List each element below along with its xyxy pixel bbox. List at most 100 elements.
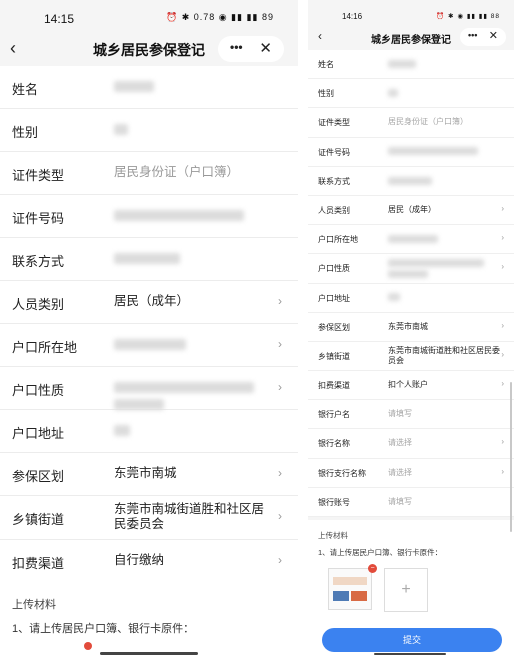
name-value-redacted <box>388 59 500 69</box>
delete-badge-icon[interactable]: − <box>368 564 377 573</box>
form-row-insurance-region[interactable]: 参保区划 东莞市南城 › <box>308 313 514 342</box>
mini-program-capsule: ••• ✕ <box>218 36 284 62</box>
form-row-id-type[interactable]: 证件类型 居民身份证（户口簿） <box>308 108 514 138</box>
field-label: 姓名 <box>318 60 334 69</box>
form-row-id-type[interactable]: 证件类型 居民身份证（户口簿） <box>0 152 298 195</box>
form-row-payment-channel[interactable]: 扣费渠道 自行缴纳 › <box>0 540 298 583</box>
mini-program-capsule: ••• ✕ <box>460 28 506 46</box>
more-dots-icon[interactable]: ••• <box>230 40 243 54</box>
form-row-hukou-nature[interactable]: 户口性质 › <box>0 367 298 410</box>
form-row-hukou-location[interactable]: 户口所在地 › <box>0 324 298 367</box>
form-row-name[interactable]: 姓名 <box>0 66 298 109</box>
chevron-right-icon: › <box>501 437 504 447</box>
upload-title: 上传材料 <box>318 531 348 540</box>
field-label: 扣费渠道 <box>318 381 350 391</box>
hukou-nature-redacted <box>388 258 500 279</box>
insurance-region-value: 东莞市南城 <box>114 466 177 480</box>
form-row-person-category[interactable]: 人员类别 居民（成年） › <box>308 196 514 226</box>
field-label: 户口性质 <box>318 264 350 274</box>
form-row-gender[interactable]: 性别 <box>0 109 298 152</box>
form-row-insurance-region[interactable]: 参保区划 东莞市南城 › <box>0 453 298 496</box>
form-row-id-number[interactable]: 证件号码 <box>0 195 298 238</box>
form-row-hukou-nature[interactable]: 户口性质 › <box>308 254 514 284</box>
uploaded-document-thumbnail[interactable] <box>328 568 372 610</box>
chevron-right-icon: › <box>278 337 282 351</box>
field-label: 联系方式 <box>318 176 350 186</box>
form-row-hukou-address[interactable]: 户口地址 <box>0 410 298 453</box>
form-row-hukou-address[interactable]: 户口地址 <box>308 284 514 313</box>
form-row-bank-name[interactable]: 银行名称 请选择 › <box>308 429 514 459</box>
contact-redacted <box>388 176 500 186</box>
field-label: 户口地址 <box>12 426 65 441</box>
form-row-contact[interactable]: 联系方式 <box>0 238 298 281</box>
form-row-bank-account-name[interactable]: 银行户名 请填写 <box>308 400 514 430</box>
form-row-hukou-location[interactable]: 户口所在地 › <box>308 225 514 255</box>
close-icon[interactable]: ✕ <box>259 39 272 57</box>
field-label: 性别 <box>12 125 39 140</box>
upload-title: 上传材料 <box>12 599 56 611</box>
plus-icon[interactable]: + <box>384 568 428 612</box>
field-label: 联系方式 <box>12 254 65 269</box>
field-label: 证件号码 <box>318 147 350 157</box>
name-value-redacted <box>114 79 274 94</box>
field-label: 扣费渠道 <box>12 556 65 571</box>
field-label: 人员类别 <box>12 297 65 312</box>
form-row-bank-account-number[interactable]: 银行账号 请填写 <box>308 488 514 517</box>
delete-badge-icon[interactable] <box>84 642 92 650</box>
submit-button[interactable]: 提交 <box>322 628 502 652</box>
nav-bar: ‹ 城乡居民参保登记 ••• ✕ <box>0 34 298 64</box>
bank-account-number-input[interactable]: 请填写 <box>388 497 500 507</box>
registration-form: 姓名 性别 证件类型 居民身份证（户口簿） 证件号码 联系方式 人员类别 居民（… <box>308 50 514 517</box>
chevron-right-icon: › <box>278 553 282 567</box>
status-bar: 14:16 ⏰ ✱ ◉ ▮▮ ▮▮ 88 <box>308 0 514 28</box>
form-row-gender[interactable]: 性别 <box>308 79 514 109</box>
field-label: 银行支行名称 <box>318 468 366 478</box>
form-row-bank-branch[interactable]: 银行支行名称 请选择 › <box>308 459 514 488</box>
form-row-township-street[interactable]: 乡镇街道 东莞市南城街道胜和社区居民委员会 › <box>308 342 514 372</box>
gender-value-redacted <box>114 122 274 137</box>
field-label: 银行户名 <box>318 410 350 420</box>
bank-branch-select[interactable]: 请选择 <box>388 468 500 478</box>
left-phone-screen: 14:15 ⏰ ✱ 0.78 ◉ ▮▮ ▮▮ 89 ‹ 城乡居民参保登记 •••… <box>0 0 298 659</box>
form-row-payment-channel[interactable]: 扣费渠道 扣个人账户 › <box>308 371 514 401</box>
more-dots-icon[interactable]: ••• <box>468 30 477 40</box>
hukou-location-redacted <box>114 337 274 352</box>
hukou-nature-redacted <box>114 380 274 410</box>
form-row-id-number[interactable]: 证件号码 <box>308 138 514 167</box>
township-street-value: 东莞市南城街道胜和社区居民委员会 <box>114 502 265 531</box>
chevron-right-icon: › <box>501 320 504 330</box>
form-row-person-category[interactable]: 人员类别 居民（成年） › <box>0 281 298 324</box>
form-row-contact[interactable]: 联系方式 <box>308 167 514 196</box>
field-label: 乡镇街道 <box>318 351 350 361</box>
status-time: 14:15 <box>44 12 75 26</box>
contact-redacted <box>114 251 274 266</box>
form-row-name[interactable]: 姓名 <box>308 50 514 80</box>
field-label: 户口性质 <box>12 383 65 398</box>
hukou-address-redacted <box>388 293 500 303</box>
payment-channel-value: 扣个人账户 <box>388 380 428 390</box>
field-label: 参保区划 <box>12 469 65 484</box>
bank-name-select[interactable]: 请选择 <box>388 438 500 448</box>
field-label: 户口所在地 <box>12 340 78 355</box>
township-street-value: 东莞市南城街道胜和社区居民委员会 <box>388 345 500 365</box>
thumbnail-graphic <box>333 577 367 585</box>
status-icons: ⏰ ✱ 0.78 ◉ ▮▮ ▮▮ 89 <box>166 12 274 22</box>
field-label: 证件类型 <box>12 168 65 183</box>
upload-section: 上传材料 1、请上传居民户口簿、银行卡原件： − + 提交 <box>308 520 514 659</box>
scrollbar[interactable] <box>510 382 512 532</box>
field-label: 证件类型 <box>318 118 350 128</box>
id-type-value: 居民身份证（户口簿） <box>114 165 240 179</box>
field-label: 户口地址 <box>318 293 350 303</box>
field-label: 参保区划 <box>318 322 350 332</box>
status-time: 14:16 <box>342 12 363 21</box>
thumbnail-graphic <box>333 591 349 601</box>
form-row-township-street[interactable]: 乡镇街道 东莞市南城街道胜和社区居民委员会 › <box>0 496 298 540</box>
person-category-value: 居民（成年） <box>114 294 190 308</box>
chevron-right-icon: › <box>501 379 504 389</box>
bank-account-name-input[interactable]: 请填写 <box>388 409 500 419</box>
chevron-right-icon: › <box>501 349 504 359</box>
status-icons: ⏰ ✱ ◉ ▮▮ ▮▮ 88 <box>436 13 500 20</box>
close-icon[interactable]: ✕ <box>489 29 498 42</box>
status-bar: 14:15 ⏰ ✱ 0.78 ◉ ▮▮ ▮▮ 89 <box>0 0 298 34</box>
upload-note: 1、请上传居民户口簿、银行卡原件： <box>318 548 443 557</box>
